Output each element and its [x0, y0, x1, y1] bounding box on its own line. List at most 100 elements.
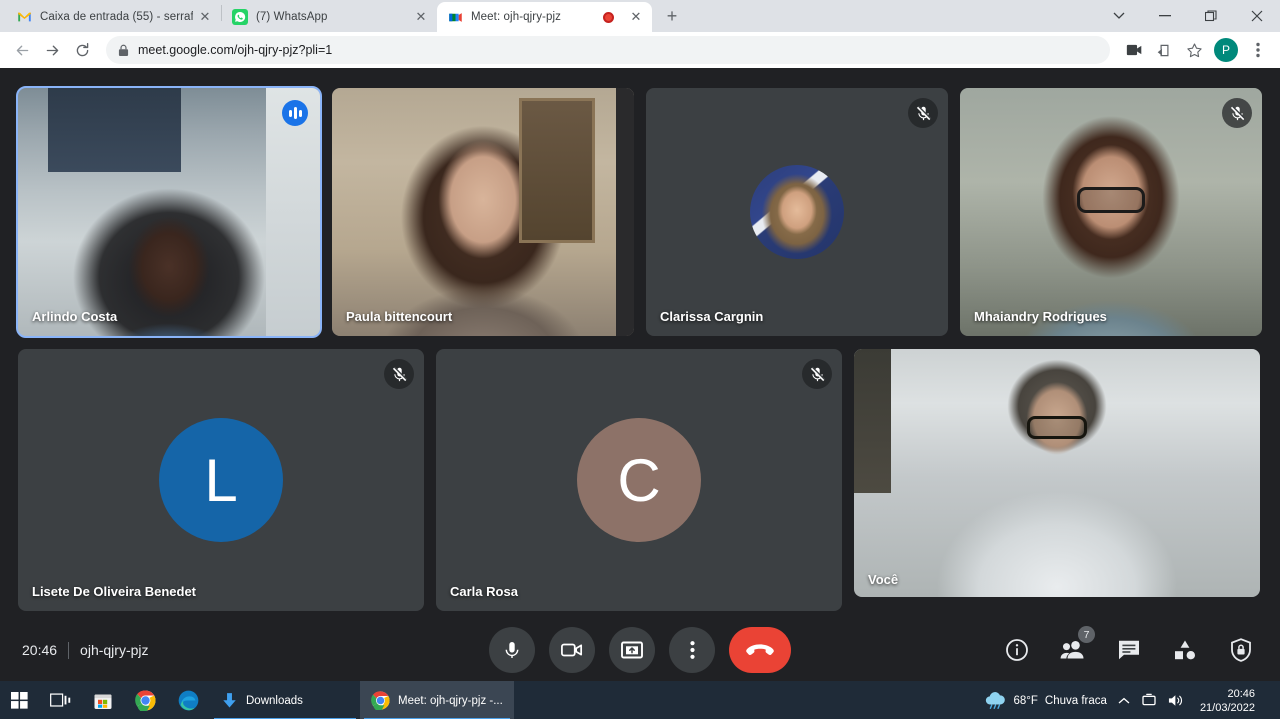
participant-tile-carla-rosa[interactable]: C Carla Rosa [436, 349, 842, 611]
show-everyone-button[interactable]: 7 [1056, 626, 1095, 667]
participant-tile-mhaiandry-rodrigues[interactable]: Mhaiandry Rodrigues [960, 88, 1262, 336]
speaker-icon[interactable] [1168, 693, 1185, 708]
participant-name: Paula bittencourt [346, 309, 453, 324]
network-icon[interactable] [1141, 693, 1157, 708]
meet-control-bar: 20:46 ojh-qjry-pjz 7 [0, 619, 1280, 681]
participant-name: Lisete De Oliveira Benedet [32, 584, 197, 599]
participant-tile-arlindo-costa[interactable]: Arlindo Costa [16, 86, 322, 338]
chevron-up-icon[interactable] [1118, 697, 1130, 705]
meet-icon [447, 9, 463, 25]
speaking-indicator-icon [282, 100, 308, 126]
windows-taskbar: Downloads Meet: ojh-qjry-pjz -... 68°F C… [0, 681, 1280, 719]
star-icon[interactable] [1180, 36, 1208, 64]
edge-button[interactable] [167, 681, 210, 719]
lock-icon [118, 44, 129, 57]
kebab-menu-icon[interactable] [1244, 36, 1272, 64]
present-screen-button[interactable] [609, 627, 655, 673]
browser-chrome: Caixa de entrada (55) - serrafura ✕ (7) … [0, 0, 1280, 68]
tab-strip: Caixa de entrada (55) - serrafura ✕ (7) … [0, 0, 1280, 32]
taskbar-item-label: Downloads [246, 694, 303, 707]
tray-time: 20:46 [1227, 687, 1255, 700]
participant-row-2: L Lisete De Oliveira Benedet C Carla Ros… [0, 336, 1280, 611]
more-options-button[interactable] [669, 627, 715, 673]
recording-indicator-icon[interactable] [603, 11, 614, 23]
minimize-button[interactable] [1142, 0, 1188, 32]
forward-arrow-icon[interactable] [38, 36, 66, 64]
call-controls [489, 627, 791, 673]
browser-tab-whatsapp[interactable]: (7) WhatsApp ✕ [222, 2, 437, 32]
chrome-icon [371, 691, 390, 710]
avatar: C [577, 418, 701, 542]
reload-icon[interactable] [68, 36, 96, 64]
video-feed [960, 88, 1262, 336]
window-controls [1096, 0, 1280, 32]
tab-title: Caixa de entrada (55) - serrafura [40, 11, 193, 23]
activities-button[interactable] [1168, 633, 1202, 667]
address-bar[interactable]: meet.google.com/ojh-qjry-pjz?pli=1 [106, 36, 1110, 64]
close-icon[interactable]: ✕ [628, 9, 644, 25]
video-feed [18, 88, 320, 336]
back-arrow-icon[interactable] [8, 36, 36, 64]
participant-name: Mhaiandry Rodrigues [974, 309, 1107, 324]
profile-avatar[interactable]: P [1214, 38, 1238, 62]
tab-title: (7) WhatsApp [256, 11, 328, 23]
microsoft-store-button[interactable] [82, 681, 124, 719]
close-window-button[interactable] [1234, 0, 1280, 32]
tray-date: 21/03/2022 [1199, 701, 1255, 714]
participant-row-1: Arlindo Costa Paula bittencourt Clarissa… [0, 68, 1280, 338]
meeting-details-button[interactable] [1000, 633, 1034, 667]
muted-microphone-icon [802, 359, 832, 389]
leave-call-button[interactable] [729, 627, 791, 673]
participant-name: Carla Rosa [450, 584, 518, 599]
browser-tab-gmail[interactable]: Caixa de entrada (55) - serrafura ✕ [6, 2, 221, 32]
clock[interactable]: 20:46 21/03/2022 [1196, 687, 1255, 715]
weather-widget[interactable]: 68°F Chuva fraca [984, 691, 1107, 710]
browser-toolbar: meet.google.com/ojh-qjry-pjz?pli=1 P [0, 32, 1280, 68]
microphone-button[interactable] [489, 627, 535, 673]
chrome-button[interactable] [124, 681, 167, 719]
gmail-icon [16, 9, 32, 25]
chevron-down-icon[interactable] [1096, 0, 1142, 32]
participant-tile-voce[interactable]: Você [854, 349, 1260, 597]
video-feed [332, 88, 634, 336]
task-view-button[interactable] [39, 681, 82, 719]
edge-icon [178, 690, 199, 711]
maximize-button[interactable] [1188, 0, 1234, 32]
download-arrow-icon [221, 692, 238, 709]
task-view-icon [50, 692, 71, 709]
muted-microphone-icon [384, 359, 414, 389]
downloads-window[interactable]: Downloads [210, 681, 360, 719]
muted-microphone-icon [1222, 98, 1252, 128]
temperature-text: 68°F [1013, 694, 1038, 707]
meeting-info: 20:46 ojh-qjry-pjz [0, 641, 149, 659]
participant-name: Clarissa Cargnin [660, 309, 764, 324]
participant-name: Você [868, 572, 899, 587]
participant-tile-lisete-de-oliveira-benedet[interactable]: L Lisete De Oliveira Benedet [18, 349, 424, 611]
participant-name: Arlindo Costa [32, 309, 118, 324]
chat-button[interactable] [1112, 633, 1146, 667]
cast-icon[interactable] [1120, 36, 1148, 64]
meeting-time: 20:46 [22, 642, 58, 658]
weather-condition-text: Chuva fraca [1044, 694, 1107, 707]
camera-button[interactable] [549, 627, 595, 673]
start-button[interactable] [0, 681, 39, 719]
meet-window[interactable]: Meet: ojh-qjry-pjz -... [360, 681, 514, 719]
taskbar-item-label: Meet: ojh-qjry-pjz -... [398, 694, 503, 707]
close-icon[interactable]: ✕ [197, 9, 213, 25]
chrome-icon [135, 690, 156, 711]
close-icon[interactable]: ✕ [413, 9, 429, 25]
meeting-code: ojh-qjry-pjz [80, 642, 149, 658]
avatar: L [159, 418, 283, 542]
show-desktop-button[interactable] [1266, 681, 1270, 719]
avatar [750, 165, 844, 259]
participant-tile-paula-bittencourt[interactable]: Paula bittencourt [332, 88, 634, 336]
browser-tab-meet[interactable]: Meet: ojh-qjry-pjz ✕ [437, 2, 652, 32]
host-controls-button[interactable] [1224, 633, 1258, 667]
new-tab-button[interactable]: + [658, 2, 686, 30]
whatsapp-icon [232, 9, 248, 25]
microsoft-store-icon [93, 691, 113, 711]
rain-cloud-icon [984, 691, 1007, 710]
participant-tile-clarissa-cargnin[interactable]: Clarissa Cargnin [646, 88, 948, 336]
share-icon[interactable] [1150, 36, 1178, 64]
meet-right-controls: 7 [1000, 626, 1258, 667]
